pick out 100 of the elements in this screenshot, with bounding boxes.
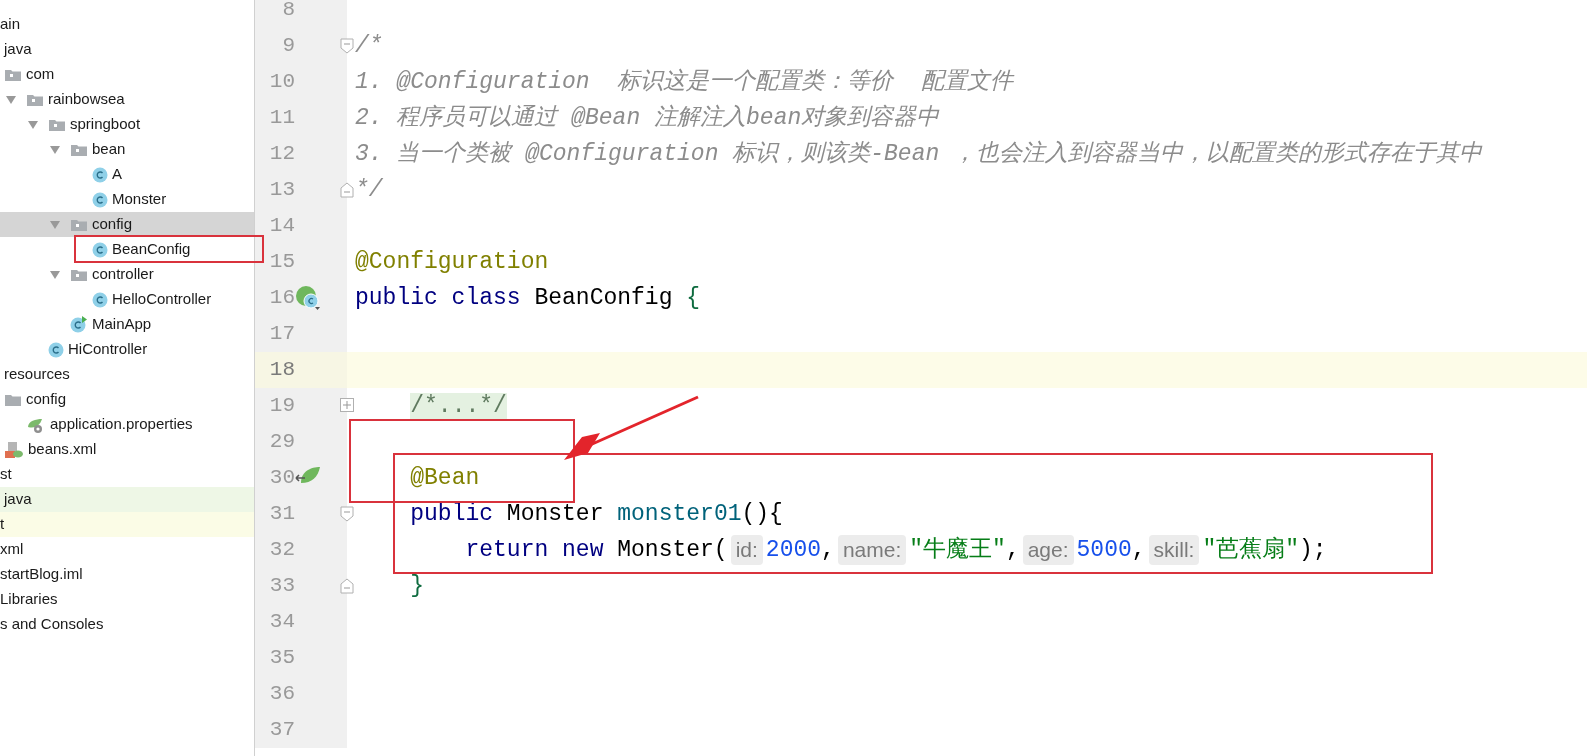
line-number: 35 (255, 640, 295, 676)
class-icon (92, 166, 108, 183)
parameter-hint: id: (730, 535, 763, 565)
tree-row[interactable]: controller (0, 262, 254, 287)
tree-item-label: java (4, 39, 32, 60)
tree-item-label: Libraries (0, 589, 58, 610)
expanded-arrow-icon[interactable] (50, 145, 60, 155)
line-number: 36 (255, 676, 295, 712)
bean-class-icon[interactable] (295, 285, 321, 311)
tree-item-label: MainApp (92, 314, 152, 335)
code-token: , (1005, 536, 1020, 563)
runnable-class-icon (70, 315, 88, 334)
tree-item-label: bean (92, 139, 126, 160)
tree-item-label: HelloController (112, 289, 212, 310)
code-token: public class (355, 284, 522, 311)
tree-row[interactable]: BeanConfig (0, 237, 254, 262)
code-token: Monster (506, 500, 605, 527)
tree-row[interactable]: HiController (0, 337, 254, 362)
tree-item-label: config (26, 389, 67, 410)
tree-row[interactable]: config (0, 387, 254, 412)
tree-row[interactable]: t (0, 512, 254, 537)
line-number: 18 (255, 352, 295, 388)
line-number: 19 (255, 388, 295, 424)
code-token: ); (1299, 536, 1327, 563)
parameter-hint: skill: (1148, 535, 1200, 565)
code-token: */ (355, 176, 383, 203)
code-token: (){ (741, 500, 783, 527)
tree-item-label: s and Consoles (0, 614, 104, 635)
xml-file-icon (4, 440, 24, 459)
tree-row[interactable]: s and Consoles (0, 612, 254, 637)
tree-item-label: Monster (112, 189, 167, 210)
code-token: 5000 (1076, 536, 1132, 563)
expanded-arrow-icon[interactable] (50, 220, 60, 230)
fold-marker-icon[interactable] (340, 506, 354, 522)
tree-item-label: A (112, 164, 122, 185)
tree-item-label: controller (92, 264, 154, 285)
expanded-arrow-icon[interactable] (28, 120, 38, 130)
expand-fold-icon[interactable] (340, 398, 354, 412)
tree-row[interactable]: resources (0, 362, 254, 387)
tree-row[interactable]: xml (0, 537, 254, 562)
code-token: Monster( (617, 536, 728, 563)
tree-row[interactable]: application.properties (0, 412, 254, 437)
code-token: /* (355, 32, 383, 59)
code-token: "芭蕉扇" (1202, 536, 1300, 563)
tree-row[interactable]: bean (0, 137, 254, 162)
code-token: BeanConfig (534, 284, 674, 311)
package-folder-icon (70, 142, 88, 157)
tree-row[interactable]: beans.xml (0, 437, 254, 462)
class-icon (92, 291, 108, 308)
fold-marker-icon[interactable] (340, 182, 354, 198)
folded-comment[interactable]: /*...*/ (410, 392, 507, 419)
line-number: 14 (255, 208, 295, 244)
tree-row[interactable]: A (0, 162, 254, 187)
code-token: 1. @Configuration 标识这是一个配置类：等价 配置文件 (355, 68, 1013, 95)
expanded-arrow-icon[interactable] (6, 95, 16, 105)
code-token: @Configuration (355, 248, 549, 275)
tree-row[interactable]: rainbowsea (0, 87, 254, 112)
line-number: 30 (255, 460, 295, 496)
parameter-hint: age: (1022, 535, 1074, 565)
tree-item-label: resources (4, 364, 70, 385)
code-token: public (410, 500, 495, 527)
line-number: 31 (255, 496, 295, 532)
code-token: monster01 (617, 500, 742, 527)
class-icon (92, 191, 108, 208)
code-token: , (1131, 536, 1146, 563)
tree-row[interactable]: config (0, 212, 254, 237)
code-token: 2000 (765, 536, 822, 563)
tree-item-label: application.properties (50, 414, 193, 435)
line-number: 34 (255, 604, 295, 640)
code-token: @Bean (410, 464, 480, 491)
tree-row[interactable]: st (0, 462, 254, 487)
tree-row[interactable]: Libraries (0, 587, 254, 612)
tree-item-label: ain (0, 14, 21, 35)
tree-item-label: java (4, 489, 32, 510)
tree-row[interactable]: HelloController (0, 287, 254, 312)
tree-row[interactable]: springboot (0, 112, 254, 137)
code-token: "牛魔王" (909, 536, 1006, 563)
tree-row[interactable]: java (0, 487, 254, 512)
tree-row[interactable]: Monster (0, 187, 254, 212)
tree-item-label: config (92, 214, 133, 235)
tree-row[interactable]: startBlog.iml (0, 562, 254, 587)
tree-item-label: startBlog.iml (0, 564, 83, 585)
line-number: 29 (255, 424, 295, 460)
expanded-arrow-icon[interactable] (50, 270, 60, 280)
package-folder-icon (4, 67, 22, 82)
line-number: 11 (255, 100, 295, 136)
line-number: 8 (255, 0, 295, 28)
tree-row[interactable]: com (0, 62, 254, 87)
code-token: , (821, 536, 835, 563)
fold-marker-icon[interactable] (340, 38, 354, 54)
line-number: 32 (255, 532, 295, 568)
code-token: 3. 当一个类被 @Configuration 标识，则该类-Bean ，也会注入到容器当中，以配置类的形式存在于其中 (355, 140, 1483, 167)
folder-icon (4, 392, 22, 407)
code-token: { (686, 284, 701, 311)
code-token: } (410, 572, 425, 599)
fold-marker-icon[interactable] (340, 578, 354, 594)
tree-row[interactable]: MainApp (0, 312, 254, 337)
tree-row[interactable]: java (0, 37, 254, 62)
tree-row[interactable]: ain (0, 12, 254, 37)
class-icon (48, 341, 64, 358)
